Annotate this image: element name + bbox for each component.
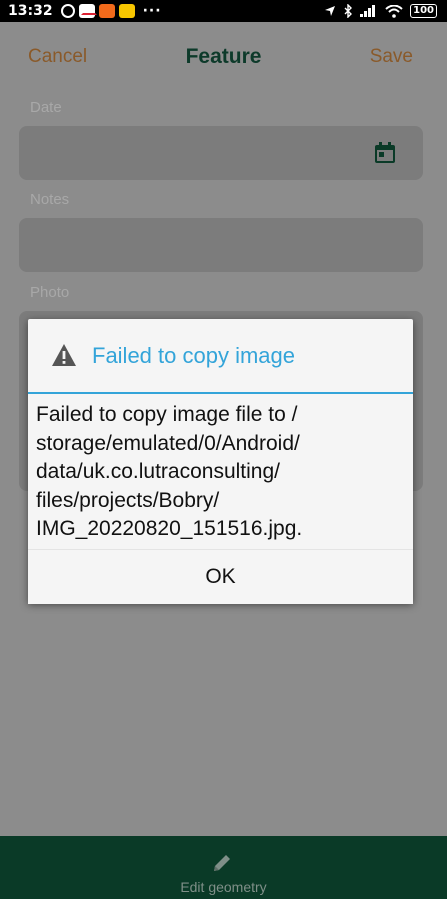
dialog-message-line: IMG_20220820_151516.jpg. xyxy=(36,517,303,540)
dialog-header: Failed to copy image xyxy=(28,319,413,394)
bottom-bar: Edit geometry xyxy=(0,836,447,899)
date-field[interactable] xyxy=(19,126,423,180)
system-icons: 100 xyxy=(324,0,437,22)
dialog-message-line: data/uk.co.lutraconsulting/ xyxy=(36,460,280,483)
cancel-button[interactable]: Cancel xyxy=(28,46,87,68)
status-bar: 13:32 ··· 100 xyxy=(0,0,447,22)
location-icon xyxy=(325,6,336,16)
more-notifications-icon: ··· xyxy=(142,3,162,19)
pencil-icon[interactable] xyxy=(211,852,233,874)
notification-icons xyxy=(60,4,135,18)
ok-button[interactable]: OK xyxy=(28,549,413,604)
alarm-icon xyxy=(60,4,75,18)
date-label: Date xyxy=(30,99,62,116)
notes-field[interactable] xyxy=(19,218,423,272)
save-button[interactable]: Save xyxy=(370,46,413,68)
dialog-message-line: storage/emulated/0/Android/ xyxy=(36,431,300,455)
app-yellow-icon xyxy=(118,4,135,18)
dialog-message: Failed to copy image file to / storage/e… xyxy=(36,401,406,544)
bluetooth-icon xyxy=(344,4,353,18)
dialog-message-line: Failed to copy image file to / xyxy=(36,403,298,426)
status-time: 13:32 xyxy=(8,3,53,19)
calendar-icon[interactable] xyxy=(374,142,396,164)
signal-icon xyxy=(360,5,376,17)
edit-geometry-button[interactable]: Edit geometry xyxy=(0,879,447,895)
battery-icon: 100 xyxy=(410,4,437,18)
header-bar: Cancel Feature Save xyxy=(0,22,447,90)
photo-label: Photo xyxy=(30,284,70,301)
gmail-icon xyxy=(78,4,97,18)
warning-icon xyxy=(52,344,76,366)
app-orange-icon xyxy=(98,4,115,18)
wifi-icon xyxy=(385,4,403,18)
notes-label: Notes xyxy=(30,191,70,208)
dialog-title: Failed to copy image xyxy=(92,343,295,368)
dialog-message-line: files/projects/Bobry/ xyxy=(36,488,220,512)
error-dialog: Failed to copy image Failed to copy imag… xyxy=(28,319,413,604)
